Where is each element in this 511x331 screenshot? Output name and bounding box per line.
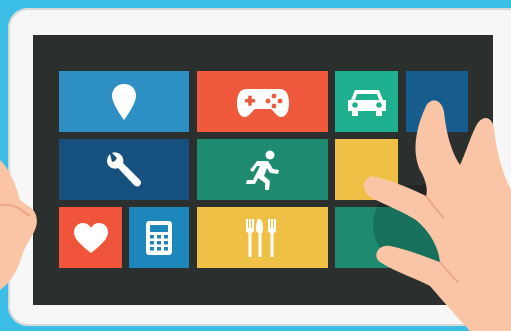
right-hand xyxy=(363,100,511,331)
